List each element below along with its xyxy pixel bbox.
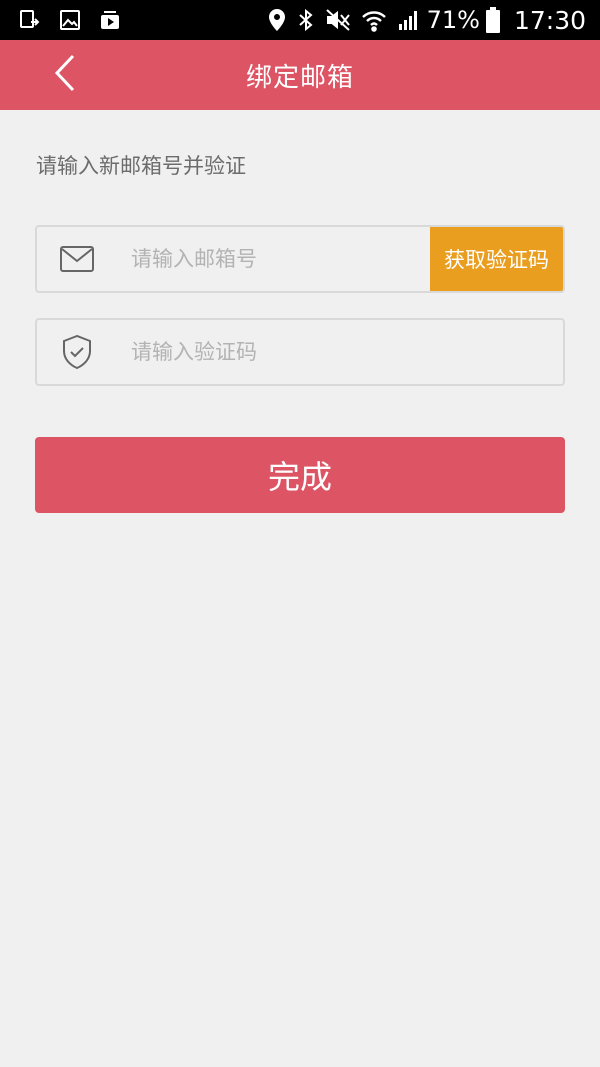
back-button[interactable] xyxy=(36,40,96,110)
battery-percent: 71% xyxy=(426,6,480,34)
get-code-button[interactable]: 获取验证码 xyxy=(430,227,563,291)
screen-mirror-icon xyxy=(18,8,42,32)
wifi-icon xyxy=(361,8,387,32)
location-icon xyxy=(267,8,287,32)
battery-icon xyxy=(485,7,500,33)
mute-icon xyxy=(325,8,351,32)
media-icon xyxy=(98,8,122,32)
page-title: 绑定邮箱 xyxy=(245,62,354,93)
app-bar: 绑定邮箱 xyxy=(0,40,600,110)
email-field-container: 获取验证码 xyxy=(35,225,565,293)
mail-icon xyxy=(37,227,117,291)
email-input[interactable] xyxy=(117,227,430,291)
verification-code-input[interactable] xyxy=(117,320,563,384)
signal-icon xyxy=(397,8,421,32)
gallery-icon xyxy=(58,8,82,32)
bluetooth-icon xyxy=(297,8,315,32)
shield-check-icon xyxy=(37,320,117,384)
instruction-text: 请输入新邮箱号并验证 xyxy=(36,154,246,178)
code-field-container xyxy=(35,318,565,386)
clock: 17:30 xyxy=(513,5,586,35)
done-button[interactable]: 完成 xyxy=(35,437,565,513)
status-bar: 71% 17:30 xyxy=(0,0,600,40)
chevron-left-icon xyxy=(53,53,79,97)
